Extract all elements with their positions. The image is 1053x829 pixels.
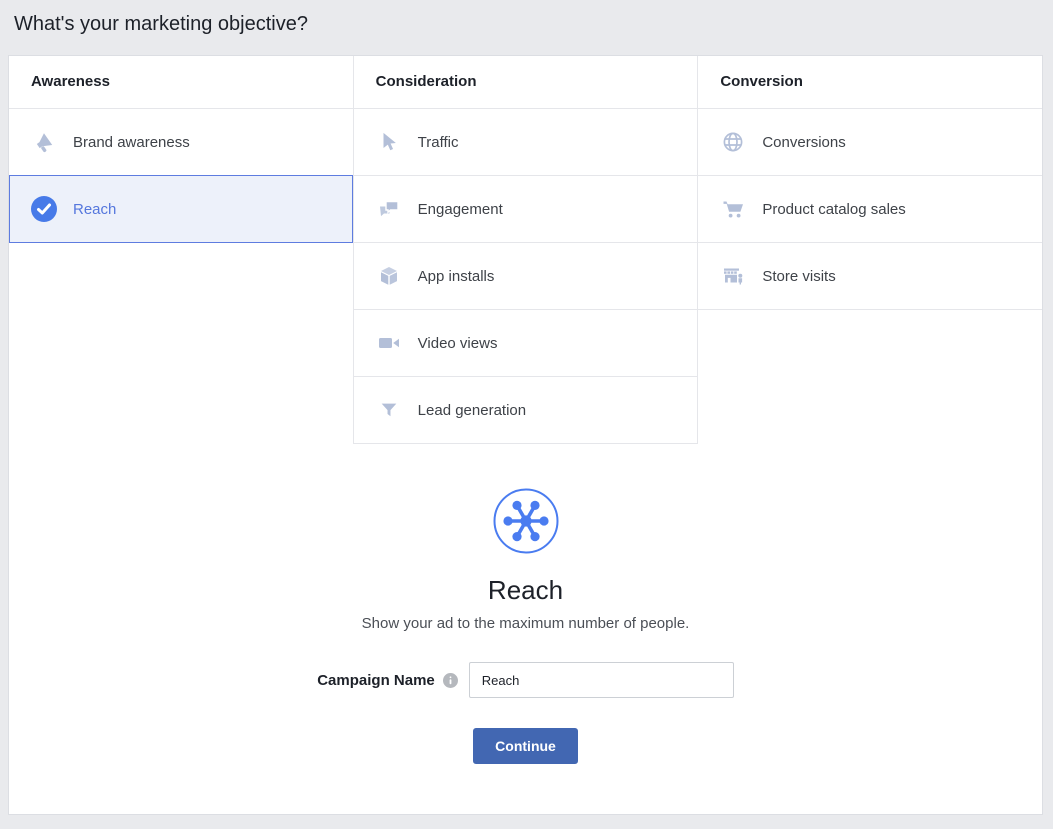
objective-label: App installs [418,268,495,285]
info-icon[interactable] [443,673,458,688]
continue-button[interactable]: Continue [473,728,578,764]
cursor-icon [376,129,402,155]
reach-hub-icon [493,488,559,554]
megaphone-icon [31,129,57,155]
objective-label: Lead generation [418,402,526,419]
globe-icon [720,129,746,155]
objective-label: Brand awareness [73,134,190,151]
cart-icon [720,196,746,222]
chat-bubbles-icon [376,196,402,222]
objective-row-reach[interactable]: Reach [9,175,353,243]
objective-label: Store visits [762,268,835,285]
objective-label: Reach [73,201,116,218]
video-camera-icon [376,330,402,356]
page-title: What's your marketing objective? [0,0,1053,55]
objective-label: Product catalog sales [762,201,905,218]
selected-objective-detail: Reach Show your ad to the maximum number… [9,444,1042,764]
column-conversion: Conversion Conversions Product catalog s… [698,56,1042,444]
objective-grid: Awareness Brand awareness Reach Consider… [9,56,1042,444]
storefront-icon [720,263,746,289]
objective-label: Video views [418,335,498,352]
funnel-icon [376,397,402,423]
campaign-name-label: Campaign Name [317,672,435,689]
campaign-name-row: Campaign Name [9,662,1042,698]
column-header-awareness: Awareness [9,56,353,109]
campaign-name-input[interactable] [469,662,734,698]
check-circle-icon [31,196,57,222]
objective-label: Traffic [418,134,459,151]
selected-objective-title: Reach [9,575,1042,606]
objective-row-lead-generation[interactable]: Lead generation [354,377,698,444]
cube-icon [376,263,402,289]
column-header-conversion: Conversion [698,56,1042,109]
column-header-consideration: Consideration [354,56,698,109]
objective-row-traffic[interactable]: Traffic [354,109,698,176]
objective-label: Engagement [418,201,503,218]
objective-card: Awareness Brand awareness Reach Consider… [8,55,1043,815]
objective-row-brand-awareness[interactable]: Brand awareness [9,109,353,176]
column-consideration: Consideration Traffic Engagement App ins… [354,56,699,444]
objective-row-app-installs[interactable]: App installs [354,243,698,310]
selected-objective-description: Show your ad to the maximum number of pe… [9,615,1042,632]
column-awareness: Awareness Brand awareness Reach [9,56,354,444]
objective-row-product-catalog-sales[interactable]: Product catalog sales [698,176,1042,243]
objective-row-conversions[interactable]: Conversions [698,109,1042,176]
objective-row-store-visits[interactable]: Store visits [698,243,1042,310]
objective-row-video-views[interactable]: Video views [354,310,698,377]
objective-label: Conversions [762,134,845,151]
objective-row-engagement[interactable]: Engagement [354,176,698,243]
